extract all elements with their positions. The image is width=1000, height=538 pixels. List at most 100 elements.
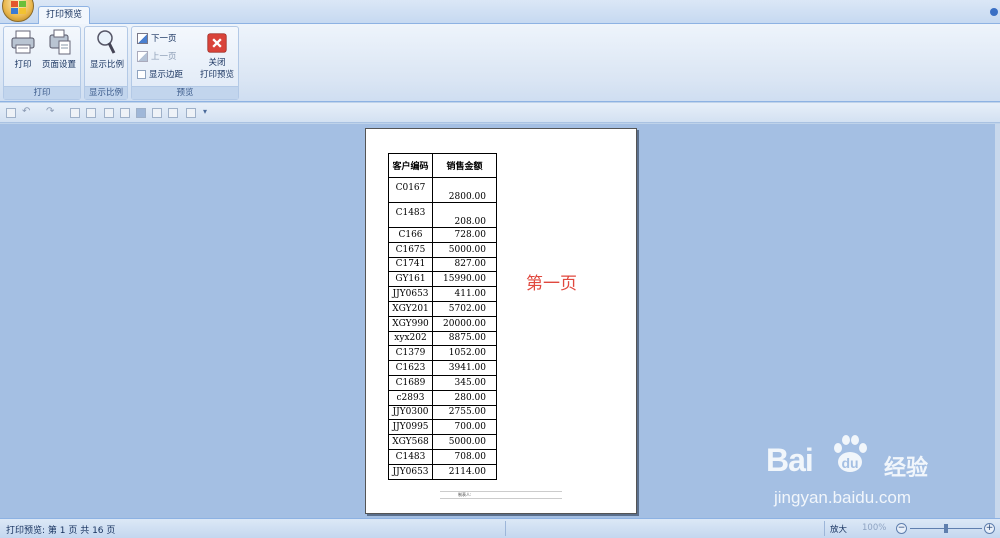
table-row: xyx202 8875.00 (388, 330, 497, 347)
camera-icon[interactable] (120, 108, 130, 118)
status-text: 打印预览: 第 1 页 共 16 页 (6, 526, 116, 536)
tab-print-preview[interactable]: 打印预览 (38, 6, 90, 25)
zoom-in-icon[interactable]: + (984, 523, 995, 534)
undo-icon[interactable]: ↶ (22, 106, 32, 117)
ribbon: 打印 页面设置 打印 显示比例 显示比例 下一页 上一页 显示边距 关闭 打印预… (0, 24, 1000, 102)
zoom-in-label[interactable]: 放大 (830, 523, 847, 535)
sales-table: 客户编码 销售金额 C0167 2800.00 C1483 208.00 C166 728… (388, 153, 497, 480)
close-preview-label-1: 关闭 (208, 58, 226, 68)
page-setup-icon (49, 29, 71, 55)
sales-amount-cell: 5000.00 (432, 241, 497, 258)
sales-amount-cell: 2755.00 (432, 404, 497, 421)
checkbox-icon (137, 70, 146, 79)
baidu-watermark: Bai du 经验 jingyan.baidu.com (766, 432, 956, 518)
zoom-group-label: 显示比例 (85, 86, 127, 99)
customize-dropdown-icon[interactable]: ▾ (203, 107, 213, 117)
preview-workspace: 客户编码 销售金额 C0167 2800.00 C1483 208.00 C166 728… (0, 124, 1000, 518)
table-row: GY161 15990.00 (388, 271, 497, 288)
office-button[interactable] (2, 0, 34, 22)
close-preview-label-2: 打印预览 (199, 70, 234, 80)
table-row: C1379 1052.00 (388, 345, 497, 362)
print-group: 打印 页面设置 打印 (3, 26, 81, 100)
zoom-button[interactable]: 显示比例 (87, 29, 127, 70)
zoom-out-icon[interactable]: − (896, 523, 907, 534)
zoom-slider-thumb[interactable] (944, 524, 948, 533)
preview-group-label: 预览 (132, 86, 238, 99)
watermark-url: jingyan.baidu.com (774, 488, 912, 507)
sales-amount-cell: 728.00 (432, 227, 497, 243)
sales-amount-cell: 700.00 (432, 419, 497, 436)
customer-code-cell: C1741 (388, 256, 433, 273)
table-row: C1483 208.00 (388, 202, 497, 228)
sales-amount-cell: 20000.00 (432, 315, 497, 332)
next-page-label: 下一页 (151, 34, 177, 44)
sales-amount-cell: 2800.00 (432, 177, 497, 203)
sales-amount-cell: 15990.00 (432, 271, 497, 288)
baidu-paw-icon: du (834, 435, 867, 472)
customer-code-cell: C1483 (388, 202, 433, 228)
save-icon[interactable] (6, 108, 16, 118)
table-header-row: 客户编码 销售金额 (388, 153, 497, 178)
page-setup-button[interactable]: 页面设置 (40, 29, 78, 70)
sales-amount-cell: 3941.00 (432, 360, 497, 376)
vertical-scrollbar[interactable] (995, 124, 1000, 518)
customer-code-cell: JJY0300 (388, 404, 433, 421)
zoom-label: 显示比例 (89, 60, 124, 70)
sales-amount-cell: 208.00 (432, 202, 497, 228)
status-bar: 打印预览: 第 1 页 共 16 页 放大 100% − + (0, 518, 1000, 538)
new-doc-icon[interactable] (70, 108, 80, 118)
table-icon[interactable] (168, 108, 178, 118)
sort-icon[interactable] (104, 108, 114, 118)
sales-amount-cell: 280.00 (432, 389, 497, 406)
sales-amount-cell: 5000.00 (432, 434, 497, 450)
table-row: JJY0995 700.00 (388, 419, 497, 436)
print-button[interactable]: 打印 (8, 29, 38, 70)
watermark-logo: Bai (766, 442, 814, 478)
page-setup-label: 页面设置 (41, 60, 76, 70)
svg-text:du: du (841, 455, 858, 471)
page-note: 第一页 (526, 274, 577, 294)
table-row: C1623 3941.00 (388, 360, 497, 376)
close-icon (207, 33, 227, 53)
redo-icon[interactable]: ↷ (46, 106, 56, 117)
prev-page-label: 上一页 (151, 52, 177, 62)
sales-amount-cell: 8875.00 (432, 330, 497, 347)
show-margins-checkbox[interactable]: 显示边距 (137, 68, 183, 82)
quick-access-toolbar: ↶ ↷ ▾ (0, 103, 1000, 123)
print-preview-icon[interactable] (136, 108, 146, 118)
customer-code-cell: C1689 (388, 374, 433, 391)
table-row: JJY0300 2755.00 (388, 404, 497, 421)
table-row: C0167 2800.00 (388, 177, 497, 203)
customer-code-cell: C166 (388, 227, 433, 243)
table-row: C1483 708.00 (388, 448, 497, 465)
sales-amount-cell: 708.00 (432, 448, 497, 465)
printer-icon (11, 30, 35, 54)
table-row: XGY201 5702.00 (388, 300, 497, 317)
table-row: XGY990 20000.00 (388, 315, 497, 332)
prev-page-button[interactable]: 上一页 (137, 50, 177, 64)
customer-code-cell: C1379 (388, 345, 433, 362)
sales-amount-cell: 1052.00 (432, 345, 497, 362)
customer-code-cell: XGY990 (388, 315, 433, 332)
table-row: C1675 5000.00 (388, 241, 497, 258)
customer-code-cell: JJY0995 (388, 419, 433, 436)
customer-code-cell: JJY0653 (388, 463, 433, 480)
sales-amount-cell: 345.00 (432, 374, 497, 391)
next-page-button[interactable]: 下一页 (137, 32, 177, 46)
close-preview-button[interactable]: 关闭 打印预览 (196, 29, 238, 80)
customer-code-cell: JJY0653 (388, 286, 433, 302)
help-icon[interactable] (990, 8, 998, 16)
chart-icon[interactable] (152, 108, 162, 118)
sales-amount-cell: 411.00 (432, 286, 497, 302)
filter-icon[interactable] (186, 108, 196, 118)
open-icon[interactable] (86, 108, 96, 118)
customer-code-cell: C1483 (388, 448, 433, 465)
table-row: C1741 827.00 (388, 256, 497, 273)
table-row: c2893 280.00 (388, 389, 497, 406)
customer-code-cell: XGY568 (388, 434, 433, 450)
show-margins-label: 显示边距 (149, 70, 184, 80)
prev-page-icon (137, 51, 148, 62)
preview-group: 下一页 上一页 显示边距 关闭 打印预览 预览 (131, 26, 239, 100)
customer-code-cell: GY161 (388, 271, 433, 288)
zoom-percent: 100% (862, 523, 887, 533)
